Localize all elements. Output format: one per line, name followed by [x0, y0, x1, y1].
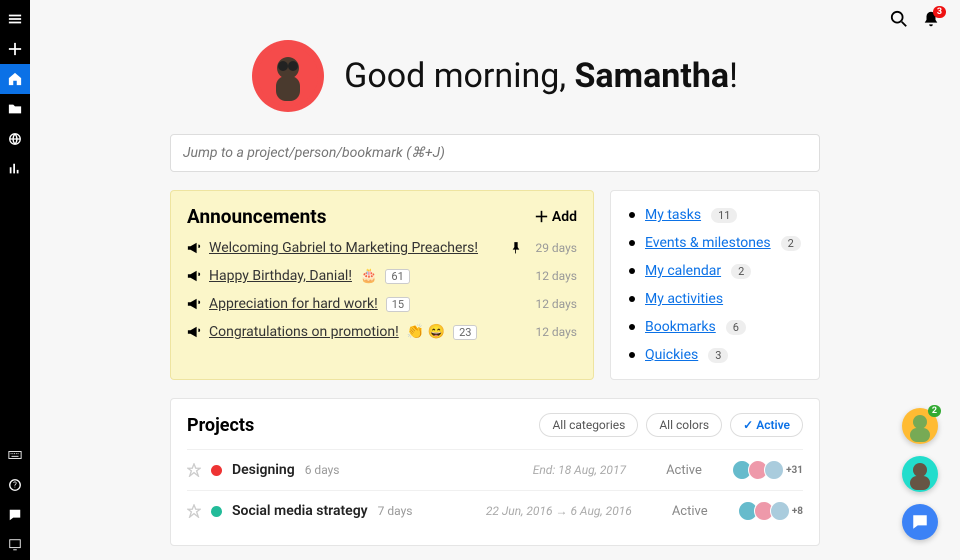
quicklink[interactable]: Quickies: [645, 347, 698, 363]
add-label: Add: [552, 209, 577, 225]
fab-chat[interactable]: [902, 504, 938, 540]
project-status: Active: [672, 504, 732, 519]
project-name: Social media strategy: [232, 503, 368, 519]
count-badge: 23: [453, 325, 477, 340]
member-avatar: [770, 501, 790, 521]
announcement-link[interactable]: Appreciation for hard work!: [209, 296, 378, 312]
greeting-text: Good morning, Samantha!: [344, 56, 738, 96]
announcement-days: 12 days: [535, 325, 577, 339]
announcement-item: Happy Birthday, Danial! 🎂 61 12 days: [187, 268, 577, 284]
announcement-days: 12 days: [535, 297, 577, 311]
project-members: +31: [736, 460, 803, 480]
quicklink[interactable]: My activities: [645, 291, 723, 307]
add-announcement-button[interactable]: Add: [535, 209, 577, 225]
greeting: Good morning, Samantha!: [50, 40, 940, 112]
plus-icon: [535, 210, 548, 223]
sidebar: ?: [0, 0, 30, 560]
bullhorn-icon: [187, 241, 201, 255]
quicklink[interactable]: My tasks: [645, 207, 701, 223]
project-members: +8: [742, 501, 803, 521]
bullhorn-icon: [187, 325, 201, 339]
home-icon[interactable]: [0, 64, 30, 94]
bullhorn-icon: [187, 297, 201, 311]
emoji: 👏 😄: [407, 324, 445, 340]
fab-user-1[interactable]: 2: [902, 408, 938, 444]
quicklink-count: 2: [781, 236, 801, 251]
projects-title: Projects: [187, 415, 254, 436]
folder-icon[interactable]: [0, 94, 30, 124]
emoji: 🎂: [360, 268, 377, 284]
greeting-prefix: Good morning,: [344, 56, 574, 96]
help-icon[interactable]: ?: [0, 470, 30, 500]
floating-buttons: 2: [902, 408, 938, 540]
quicklink-count: 3: [708, 348, 728, 363]
menu-icon[interactable]: [0, 4, 30, 34]
member-avatar: [764, 460, 784, 480]
announcement-item: Congratulations on promotion! 👏 😄 23 12 d…: [187, 324, 577, 340]
project-color-dot: [211, 506, 222, 517]
greeting-name: Samantha: [574, 56, 729, 96]
project-age: 6 days: [305, 463, 340, 477]
announcement-link[interactable]: Happy Birthday, Danial!: [209, 268, 352, 284]
add-icon[interactable]: [0, 34, 30, 64]
fab-user-2[interactable]: [902, 456, 938, 492]
chat-icon[interactable]: [0, 500, 30, 530]
filter-colors[interactable]: All colors: [646, 413, 722, 437]
quicklinks-panel: My tasks11Events & milestones2My calenda…: [610, 190, 820, 380]
star-icon[interactable]: [187, 463, 201, 477]
quicklink[interactable]: Events & milestones: [645, 235, 771, 251]
quicklink-item: My tasks 11: [629, 207, 801, 223]
greeting-suffix: !: [729, 56, 738, 96]
bullhorn-icon: [187, 269, 201, 283]
project-status: Active: [666, 463, 726, 478]
announcements-title: Announcements: [187, 205, 327, 228]
filter-active[interactable]: ✓Active: [730, 413, 803, 437]
quicklink-item: Events & milestones 2: [629, 235, 801, 251]
project-name: Designing: [232, 462, 295, 478]
project-date: End: 18 Aug, 2017: [533, 463, 626, 477]
quicklink-item: Quickies 3: [629, 347, 801, 363]
project-age: 7 days: [378, 504, 413, 518]
keyboard-icon[interactable]: [0, 440, 30, 470]
user-avatar[interactable]: [252, 40, 324, 112]
quicklink-item: My activities: [629, 291, 801, 307]
announcement-item: Welcoming Gabriel to Marketing Preachers…: [187, 240, 577, 256]
projects-panel: Projects All categories All colors ✓Acti…: [170, 398, 820, 546]
announcement-link[interactable]: Welcoming Gabriel to Marketing Preachers…: [209, 240, 478, 256]
project-row[interactable]: Designing 6 days End: 18 Aug, 2017 Active +3…: [187, 449, 803, 490]
globe-icon[interactable]: [0, 124, 30, 154]
filter-active-label: Active: [756, 418, 790, 432]
main: Good morning, Samantha! Announcements Ad…: [30, 0, 960, 560]
count-badge: 15: [386, 297, 410, 312]
announcement-link[interactable]: Congratulations on promotion!: [209, 324, 399, 340]
announcements-panel: Announcements Add Welcoming Gabriel to M…: [170, 190, 594, 380]
announcement-item: Appreciation for hard work! 15 12 days: [187, 296, 577, 312]
chart-icon[interactable]: [0, 154, 30, 184]
project-color-dot: [211, 465, 222, 476]
project-row[interactable]: Social media strategy 7 days 22 Jun, 2016 …: [187, 490, 803, 531]
pin-icon: [511, 242, 521, 254]
quicklink-item: Bookmarks 6: [629, 319, 801, 335]
quicklink[interactable]: My calendar: [645, 263, 721, 279]
announcement-days: 29 days: [535, 241, 577, 255]
desktop-icon[interactable]: [0, 530, 30, 560]
quicklink-count: 6: [726, 320, 746, 335]
star-icon[interactable]: [187, 504, 201, 518]
filter-categories[interactable]: All categories: [539, 413, 638, 437]
member-overflow: +8: [792, 506, 803, 517]
fab-badge: 2: [928, 405, 941, 417]
count-badge: 61: [385, 269, 409, 284]
svg-text:?: ?: [13, 481, 17, 490]
jump-input[interactable]: [170, 134, 820, 172]
quicklink-count: 11: [711, 208, 737, 223]
project-date: 22 Jun, 2016 → 6 Aug, 2016: [486, 504, 632, 518]
quicklink-count: 2: [731, 264, 751, 279]
quicklink[interactable]: Bookmarks: [645, 319, 716, 335]
quicklink-item: My calendar 2: [629, 263, 801, 279]
member-overflow: +31: [786, 465, 803, 476]
announcement-days: 12 days: [535, 269, 577, 283]
